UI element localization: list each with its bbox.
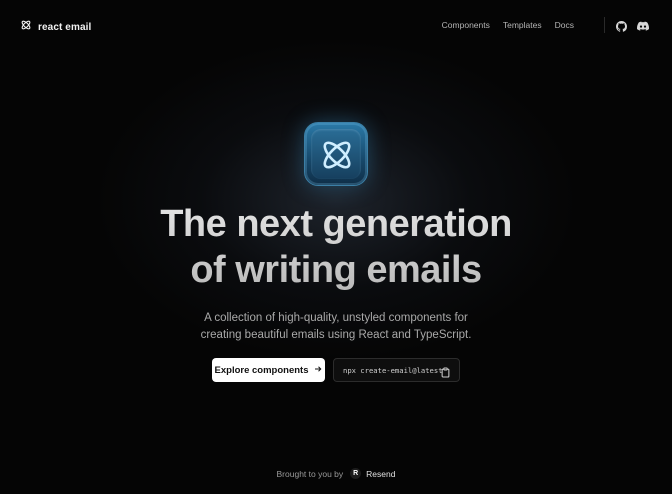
footer-prefix: Brought to you by xyxy=(276,468,344,479)
footer: Brought to you by R Resend xyxy=(0,468,672,479)
hero-title-line-2: of writing emails xyxy=(190,249,482,291)
react-email-logo-icon xyxy=(20,18,32,36)
nav-divider xyxy=(604,17,605,33)
hero-subtitle: A collection of high-quality, unstyled c… xyxy=(0,310,672,344)
github-icon[interactable] xyxy=(616,19,627,32)
brand-link[interactable]: react email xyxy=(20,18,91,36)
hero-title: The next generation of writing emails xyxy=(0,201,672,293)
top-nav: react email Components Templates Docs xyxy=(0,0,672,50)
page: react email Components Templates Docs Th… xyxy=(0,0,672,494)
install-command-box[interactable]: npx create-email@latest xyxy=(333,358,460,382)
hero-subtitle-line-1: A collection of high-quality, unstyled c… xyxy=(204,312,468,324)
arrow-right-icon xyxy=(314,365,322,376)
clipboard-icon[interactable] xyxy=(441,365,450,383)
nav-link-components[interactable]: Components xyxy=(442,20,490,30)
nav-link-templates[interactable]: Templates xyxy=(503,20,542,30)
nav-link-docs[interactable]: Docs xyxy=(555,20,574,30)
resend-logo-icon: R xyxy=(350,468,362,479)
explore-components-label: Explore components xyxy=(214,364,309,376)
resend-link[interactable]: Resend xyxy=(366,469,395,479)
nav-links: Components Templates Docs xyxy=(442,20,574,30)
hero-title-line-1: The next generation xyxy=(160,203,512,245)
install-command-text: npx create-email@latest xyxy=(343,365,443,375)
explore-components-button[interactable]: Explore components xyxy=(212,358,325,382)
brand-name: react email xyxy=(38,21,92,33)
hero-subtitle-line-2: creating beautiful emails using React an… xyxy=(200,329,472,341)
hero-logo xyxy=(304,122,368,186)
atom-icon xyxy=(323,141,351,169)
discord-icon[interactable] xyxy=(637,19,650,31)
